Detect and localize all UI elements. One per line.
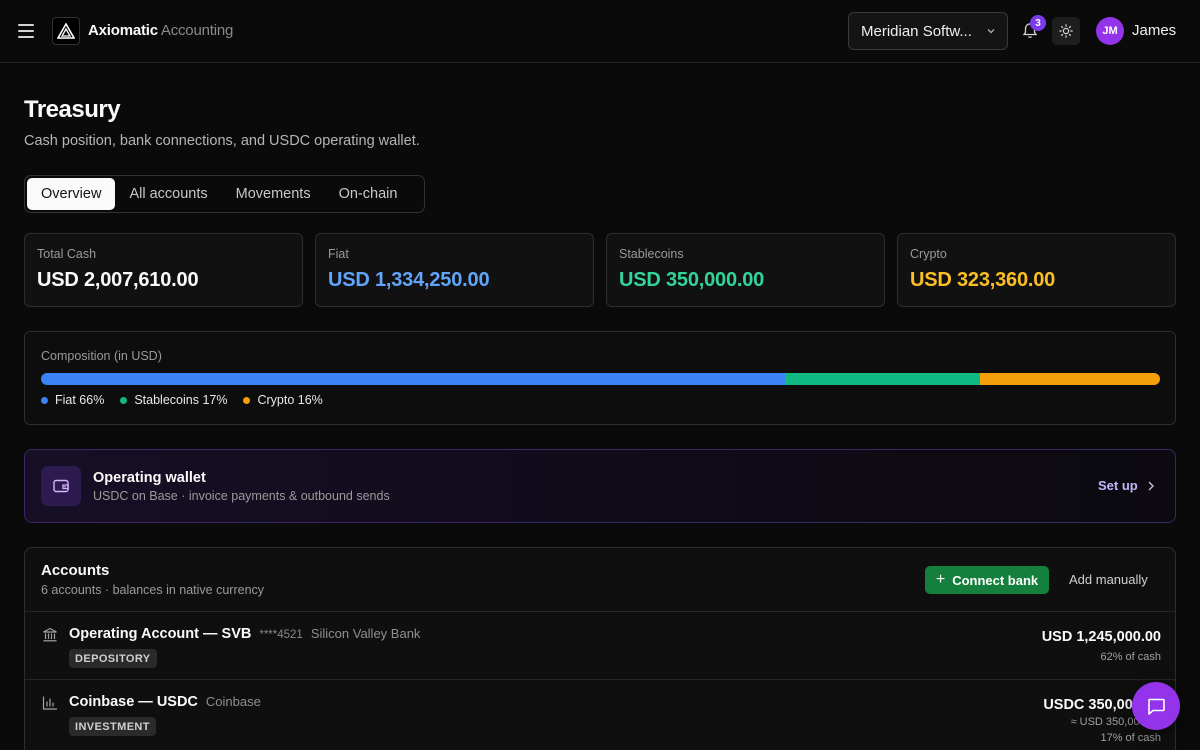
theme-toggle-button[interactable] <box>1052 17 1080 45</box>
accounts-subtitle: 6 accounts · balances in native currency <box>41 583 265 597</box>
brand-primary: Axiomatic <box>88 22 158 39</box>
brand-name: Axiomatic Accounting <box>88 22 233 39</box>
stat-value: USD 350,000.00 <box>619 269 765 291</box>
tab-overview[interactable]: Overview <box>27 178 116 210</box>
stat-card-fiat: Fiat USD 1,334,250.00 <box>315 233 594 307</box>
account-share: 17% of cash <box>1100 732 1161 744</box>
legend-item-crypto: Crypto 16% <box>243 393 323 407</box>
account-type-badge: INVESTMENT <box>69 717 156 736</box>
legend-item-stablecoins: Stablecoins 17% <box>120 393 227 407</box>
wallet-setup-label: Set up <box>1098 478 1138 493</box>
logo-icon <box>57 23 75 39</box>
composition-card: Composition (in USD) Fiat 66% Stablecoins… <box>24 331 1176 425</box>
composition-label: Composition (in USD) <box>41 349 162 363</box>
organization-select-value: Meridian Softw... <box>861 22 972 40</box>
account-name-text: Operating Account — SVB <box>69 626 252 642</box>
tab-movements[interactable]: Movements <box>222 178 325 210</box>
page-title: Treasury <box>24 96 121 123</box>
stat-card-crypto: Crypto USD 323,360.00 <box>897 233 1176 307</box>
legend-dot <box>120 396 128 404</box>
tab-all-accounts[interactable]: All accounts <box>115 178 221 210</box>
wallet-icon-container <box>41 466 81 506</box>
wallet-icon <box>53 479 69 493</box>
chat-button[interactable] <box>1132 682 1180 730</box>
tab-on-chain[interactable]: On-chain <box>325 178 412 210</box>
stat-value: USD 2,007,610.00 <box>37 269 199 291</box>
account-balance: USD 1,245,000.00 <box>1041 629 1161 645</box>
stat-label: Stablecoins <box>619 247 684 261</box>
stat-value: USD 1,334,250.00 <box>328 269 490 291</box>
legend-dot <box>243 396 251 404</box>
composition-segment-crypto <box>979 373 1160 385</box>
user-name[interactable]: James <box>1132 22 1176 39</box>
wallet-subtitle: USDC on Base · invoice payments & outbou… <box>93 489 390 503</box>
top-bar: Axiomatic Accounting Meridian Softw... 3 … <box>0 0 1200 63</box>
legend-dot <box>41 396 48 404</box>
stat-label: Fiat <box>328 247 349 261</box>
stat-card-total-cash: Total Cash USD 2,007,610.00 <box>24 233 303 307</box>
composition-bar <box>41 373 1160 385</box>
stat-label: Total Cash <box>37 247 97 261</box>
accounts-title: Accounts <box>41 562 110 579</box>
account-row[interactable]: Coinbase — USDC Coinbase INVESTMENT USDC … <box>25 680 1175 748</box>
stat-label: Crypto <box>910 247 947 261</box>
composition-segment-stablecoins <box>784 373 980 385</box>
account-institution: Silicon Valley Bank <box>310 626 421 641</box>
account-row[interactable]: Operating Account — SVB ****4521 Silicon V… <box>25 612 1175 680</box>
sun-icon <box>1059 24 1073 38</box>
wallet-title: Operating wallet <box>93 470 206 486</box>
legend-label: Fiat 66% <box>55 393 105 407</box>
menu-icon[interactable] <box>18 24 34 38</box>
account-mask: ****4521 <box>259 629 303 641</box>
operating-wallet-card[interactable]: Operating wallet USDC on Base · invoice … <box>24 449 1176 523</box>
app-logo[interactable] <box>52 17 80 45</box>
stat-value: USD 323,360.00 <box>910 269 1056 291</box>
account-name-text: Coinbase — USDC <box>69 694 198 710</box>
add-manually-button[interactable]: Add manually <box>1069 572 1148 587</box>
connect-bank-button[interactable]: + Connect bank <box>925 566 1049 594</box>
connect-bank-label: Connect bank <box>952 572 1039 588</box>
chart-icon <box>42 696 58 710</box>
organization-select[interactable]: Meridian Softw... <box>848 12 1008 50</box>
page-subtitle: Cash position, bank connections, and USD… <box>24 133 420 149</box>
tab-bar: Overview All accounts Movements On-chain <box>24 175 425 213</box>
composition-legend: Fiat 66% Stablecoins 17% Crypto 16% <box>41 393 339 407</box>
user-avatar[interactable]: JM <box>1096 17 1124 45</box>
composition-segment-fiat <box>41 373 785 385</box>
chevron-right-icon <box>1148 481 1154 490</box>
bank-icon <box>43 627 57 642</box>
legend-item-fiat: Fiat 66% <box>41 393 104 407</box>
accounts-card: Accounts 6 accounts · balances in native… <box>24 547 1176 750</box>
account-name: Coinbase — USDC Coinbase <box>69 694 261 710</box>
brand-secondary: Accounting <box>160 22 234 39</box>
chat-icon <box>1148 698 1165 715</box>
plus-icon: + <box>935 571 946 588</box>
account-type-badge: DEPOSITORY <box>69 649 157 668</box>
stat-card-stablecoins: Stablecoins USD 350,000.00 <box>606 233 885 307</box>
notification-badge: 3 <box>1030 15 1046 31</box>
account-share: 62% of cash <box>1100 651 1161 663</box>
wallet-setup-link[interactable]: Set up <box>1098 478 1155 493</box>
legend-label: Crypto 16% <box>257 393 323 407</box>
legend-label: Stablecoins 17% <box>134 393 228 407</box>
account-name: Operating Account — SVB ****4521 Silicon V… <box>69 626 420 642</box>
chevron-down-icon <box>987 29 995 34</box>
account-institution: Coinbase <box>205 694 261 709</box>
